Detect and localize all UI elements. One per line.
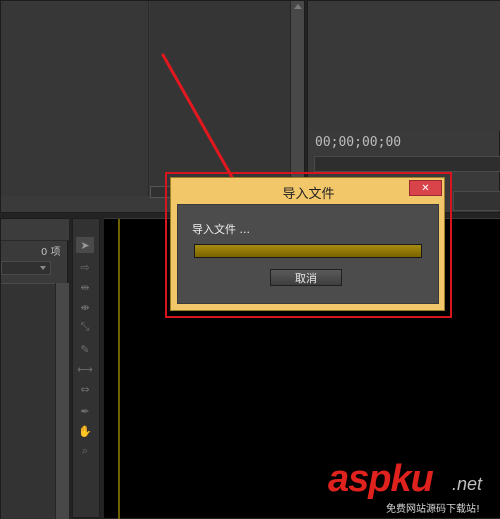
- dialog-body: 导入文件 ... 取消: [177, 204, 439, 304]
- tools-panel: ➤ ⇨ ⇹ ⇼ ⤡ ✎ ⟷ ⇔ ✒ ✋ ⌕: [72, 218, 100, 518]
- razor-icon[interactable]: ✎: [76, 341, 94, 357]
- source-monitor-scrollbar[interactable]: [290, 1, 304, 186]
- zoom-icon[interactable]: ⌕: [76, 443, 94, 459]
- watermark-tld: .net: [452, 474, 483, 494]
- import-dialog: 导入文件 ✕ 导入文件 ... 取消: [170, 177, 445, 311]
- project-list-scrollbar[interactable]: [55, 283, 69, 519]
- watermark-tagline: 免费网站源码下载站!: [386, 504, 481, 515]
- program-timecode[interactable]: 00;00;00;00: [315, 135, 401, 150]
- project-item-count: 0 项: [41, 247, 61, 258]
- program-monitor-viewer: [308, 1, 500, 131]
- scroll-up-icon[interactable]: [294, 4, 302, 9]
- chevron-down-icon: [40, 266, 46, 270]
- project-list-area: [1, 283, 55, 519]
- dialog-message: 导入文件 ...: [192, 223, 250, 236]
- dialog-close-button[interactable]: ✕: [409, 180, 442, 196]
- timeline-left-edge: [118, 219, 120, 519]
- watermark-brand: aspku: [328, 458, 434, 500]
- program-monitor-scrubber[interactable]: [314, 156, 500, 172]
- import-progress-fill: [195, 245, 421, 257]
- source-monitor-viewer: [1, 1, 149, 196]
- rolling-edit-icon[interactable]: ⇼: [76, 299, 94, 315]
- slide-icon[interactable]: ⇔: [76, 381, 94, 397]
- program-monitor-controls: [453, 191, 500, 211]
- ripple-edit-icon[interactable]: ⇹: [76, 279, 94, 295]
- source-monitor-viewer-right: [150, 1, 290, 186]
- import-progress-bar: [194, 244, 422, 258]
- slip-icon[interactable]: ⟷: [76, 361, 94, 377]
- project-panel: 0 项: [0, 218, 69, 519]
- selection-tool-icon[interactable]: ➤: [76, 237, 94, 253]
- close-icon: ✕: [421, 182, 430, 194]
- hand-icon[interactable]: ✋: [76, 423, 94, 439]
- pen-icon[interactable]: ✒: [76, 403, 94, 419]
- track-select-icon[interactable]: ⇨: [76, 259, 94, 275]
- project-bin-dropdown[interactable]: [1, 261, 51, 275]
- project-panel-header: [1, 219, 69, 241]
- rate-stretch-icon[interactable]: ⤡: [76, 319, 94, 335]
- dialog-title: 导入文件: [282, 187, 335, 202]
- cancel-button[interactable]: 取消: [270, 269, 342, 286]
- watermark-logo: aspku .net 免费网站源码下载站!: [328, 458, 500, 518]
